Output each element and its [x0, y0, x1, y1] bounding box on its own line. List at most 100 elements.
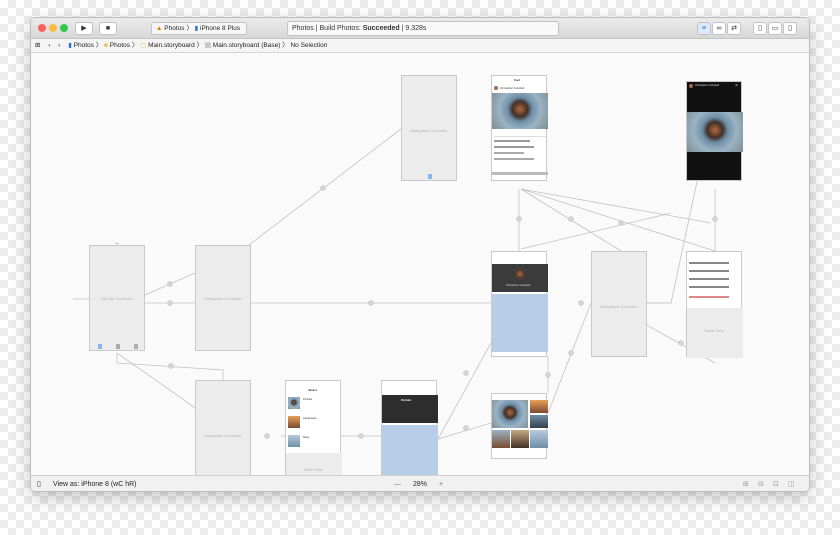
- avatar: [514, 268, 526, 280]
- status-time: 9.328s: [405, 25, 427, 32]
- photo-detail-scene[interactable]: Christopher Campbell ×: [686, 81, 743, 181]
- albums-scene[interactable]: Albums Portraits Landscapes Skies Table …: [285, 380, 342, 487]
- navigation-controller-scene[interactable]: Navigation Controller: [195, 380, 251, 486]
- tab-icon: [134, 344, 138, 349]
- scene-label: Navigation Controller: [204, 296, 242, 301]
- navigation-controller-scene[interactable]: Navigation Controller: [591, 251, 647, 357]
- portrait-photo: [492, 400, 528, 428]
- portrait-photo: [492, 93, 548, 129]
- breadcrumb-storyboard[interactable]: Main.storyboard: [148, 39, 195, 52]
- album-thumbnail: [288, 416, 300, 428]
- portrait-photo: [687, 112, 743, 152]
- profile-scene[interactable]: Christopher Campbell: [491, 251, 548, 357]
- status-label: Build Photos:: [319, 25, 361, 32]
- tab-bar-controller-scene[interactable]: ▬ Tab Bar Controller: [89, 242, 145, 351]
- bottom-panel-icon: ▭: [771, 25, 779, 32]
- stop-icon: ■: [105, 25, 111, 32]
- album-thumbnail: [288, 435, 300, 447]
- album-detail-scene[interactable]: Portraits: [381, 380, 438, 486]
- table-view-label: Table View: [303, 467, 323, 472]
- status-project: Photos: [292, 25, 314, 32]
- collection-view[interactable]: [492, 294, 548, 352]
- zoom-level[interactable]: 28%: [413, 476, 427, 491]
- breadcrumb-selection[interactable]: No Selection: [290, 39, 327, 52]
- albums-title: Albums: [308, 389, 318, 392]
- resolve-issues-icon[interactable]: ◫: [788, 476, 795, 491]
- album-name: Portraits: [303, 398, 313, 401]
- back-arrow-icon[interactable]: ‹: [48, 39, 50, 52]
- zoom-window-button[interactable]: [60, 24, 68, 32]
- tab-icon: [98, 344, 102, 349]
- album-thumbnail: [288, 397, 300, 409]
- version-editor-button[interactable]: ⇄: [727, 22, 741, 35]
- album-title: Portraits: [401, 399, 412, 402]
- navigation-controller-scene[interactable]: Navigation Controller: [195, 245, 251, 351]
- debug-area-toggle-button[interactable]: ▭: [768, 22, 782, 35]
- play-icon: ▶: [81, 25, 87, 32]
- avatar: [494, 86, 498, 90]
- breadcrumb-group[interactable]: Photos: [110, 39, 130, 52]
- minimize-window-button[interactable]: [49, 24, 57, 32]
- app-icon: ▲: [156, 25, 163, 32]
- navigator-toggle-button[interactable]: ▯: [753, 22, 767, 35]
- avatar: [689, 84, 693, 88]
- feed-author: Christopher Campbell: [500, 87, 525, 90]
- standard-editor-button[interactable]: ≡: [697, 22, 711, 35]
- status-result: Succeeded: [362, 25, 400, 32]
- scene-label: Navigation Controller: [410, 128, 448, 133]
- tab-icon: [428, 174, 432, 179]
- album-name: Landscapes: [303, 417, 317, 420]
- collection-view[interactable]: [382, 425, 438, 481]
- document-outline-icon[interactable]: ▯: [37, 476, 41, 491]
- align-icon[interactable]: ⊟: [758, 476, 764, 491]
- stop-button[interactable]: ■: [99, 22, 117, 35]
- xcode-window: ▶ ■ ▲ Photos 〉 ▮ iPhone 8 Plus Photos | …: [30, 17, 810, 492]
- close-window-button[interactable]: [38, 24, 46, 32]
- storyboard-canvas[interactable]: ▬ Tab Bar Controller Navigation Controll…: [31, 53, 809, 487]
- tab-icon: [116, 344, 120, 349]
- photo-grid-scene[interactable]: [491, 393, 548, 459]
- comments-table-scene[interactable]: Table View: [686, 251, 743, 358]
- forward-arrow-icon[interactable]: ›: [58, 39, 60, 52]
- editor-lines-icon: ≡: [701, 25, 707, 32]
- storyboard-file-icon: ▢: [140, 42, 147, 49]
- toolbar: ▶ ■ ▲ Photos 〉 ▮ iPhone 8 Plus Photos | …: [31, 18, 809, 39]
- project-file-icon: ▮: [68, 42, 72, 49]
- zoom-out-button[interactable]: —: [394, 476, 401, 491]
- chevron-right-icon: 〉: [186, 25, 193, 32]
- feed-scene[interactable]: Feed Christopher Campbell: [491, 75, 548, 181]
- device-icon: ▮: [194, 25, 199, 32]
- folder-icon: ■: [104, 42, 108, 49]
- scene-label: Navigation Controller: [600, 304, 638, 309]
- breadcrumb-project[interactable]: Photos: [74, 39, 94, 52]
- jump-bar: ⊞ ‹ › ▮ Photos 〉 ■ Photos 〉 ▢ Main.story…: [31, 39, 809, 53]
- layout-options-icon[interactable]: ⊞: [743, 476, 749, 491]
- feed-title: Feed: [514, 79, 520, 82]
- breadcrumb-localization[interactable]: Main.storyboard (Base): [213, 39, 281, 52]
- scheme-app: Photos: [164, 25, 185, 32]
- inspector-toggle-button[interactable]: ▯: [783, 22, 797, 35]
- album-name: Skies: [303, 436, 310, 439]
- right-panel-icon: ▯: [788, 25, 792, 32]
- scene-label: Tab Bar Controller: [100, 296, 134, 301]
- related-items-icon[interactable]: ⊞: [35, 39, 40, 52]
- assistant-rings-icon: ∞: [716, 25, 722, 32]
- pin-icon[interactable]: ⊡: [773, 476, 779, 491]
- view-as-label[interactable]: View as: iPhone 8 (wC hR): [53, 476, 137, 491]
- table-view-label: Table View: [704, 328, 724, 333]
- bottom-bar: ▯ View as: iPhone 8 (wC hR) — 28% + ⊞ ⊟ …: [31, 475, 809, 491]
- arrows-icon: ⇄: [731, 25, 737, 32]
- scheme-selector[interactable]: ▲ Photos 〉 ▮ iPhone 8 Plus: [151, 22, 247, 35]
- profile-name: Christopher Campbell: [506, 284, 531, 287]
- feed-author: Christopher Campbell: [695, 84, 720, 87]
- scheme-device: iPhone 8 Plus: [200, 25, 241, 32]
- close-icon[interactable]: ×: [735, 83, 738, 89]
- zoom-in-button[interactable]: +: [439, 476, 443, 491]
- assistant-editor-button[interactable]: ∞: [712, 22, 726, 35]
- left-panel-icon: ▯: [758, 25, 762, 32]
- activity-status: Photos | Build Photos: Succeeded | 9.328…: [287, 21, 559, 36]
- document-icon: ▤: [204, 42, 211, 49]
- run-button[interactable]: ▶: [75, 22, 93, 35]
- navigation-controller-scene[interactable]: Navigation Controller: [401, 75, 457, 181]
- scene-label: Navigation Controller: [204, 433, 242, 438]
